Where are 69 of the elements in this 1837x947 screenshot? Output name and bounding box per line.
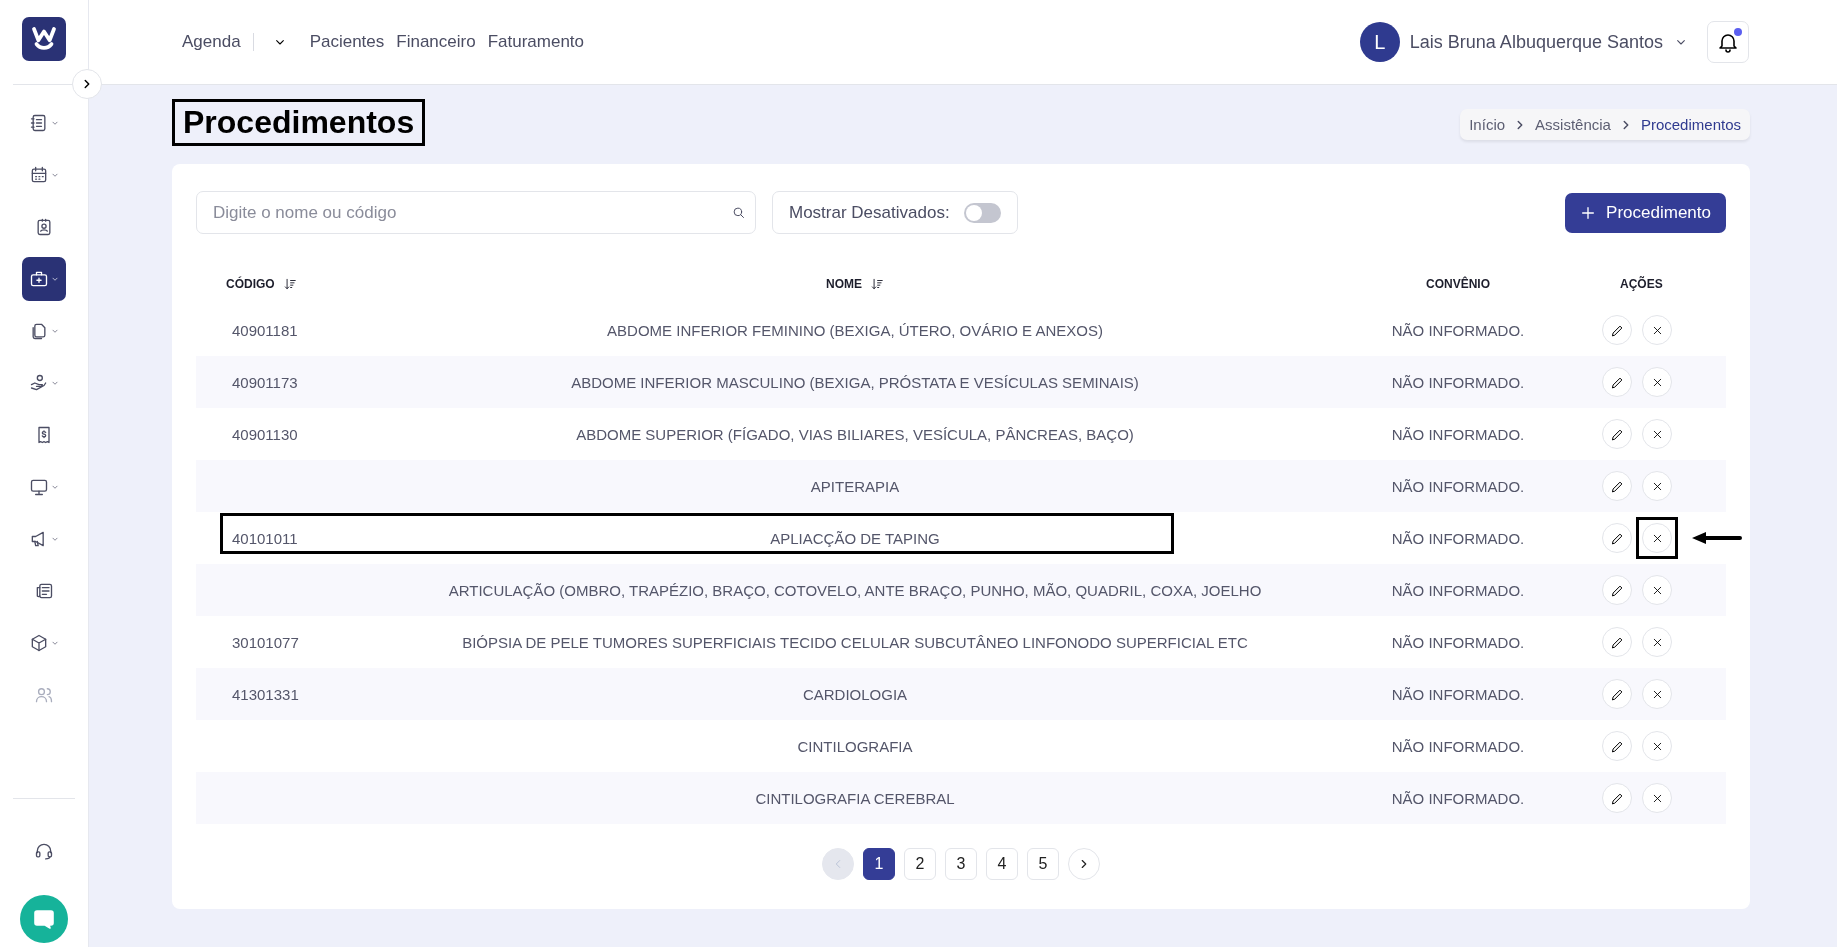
name-cell: ABDOME SUPERIOR (FÍGADO, VIAS BILIARES, VESÍCULA, PÂNCREAS, BAÇO) [576, 425, 1134, 443]
page-button[interactable]: 4 [986, 848, 1018, 880]
sort-icon [282, 277, 297, 291]
nav-link[interactable]: Faturamento [487, 32, 585, 52]
code-cell: 40901181 [232, 321, 298, 339]
search-icon [731, 205, 746, 220]
column-header: CONVÊNIO [1426, 277, 1490, 291]
nav-link[interactable]: Agenda [182, 32, 241, 52]
edit-button[interactable] [1602, 367, 1632, 397]
insurance-cell: NÃO INFORMADO. [1391, 633, 1525, 651]
toggle-label: Mostrar Desativados: [789, 202, 950, 223]
pointer-arrow [1690, 530, 1744, 546]
nav-link[interactable]: Financeiro [396, 32, 476, 52]
code-cell: 40101011 [232, 529, 298, 547]
code-cell: 41301331 [232, 685, 299, 703]
name-cell: ABDOME INFERIOR FEMININO (BEXIGA, ÚTERO, OVÁRIO E ANEXOS) [607, 321, 1103, 339]
page-button[interactable]: 3 [945, 848, 977, 880]
insurance-cell: NÃO INFORMADO. [1391, 477, 1525, 495]
edit-button[interactable] [1602, 315, 1632, 345]
name-cell: CINTILOGRAFIA [797, 737, 913, 755]
name-cell: ABDOME INFERIOR MASCULINO (BEXIGA, PRÓSTATA E VESÍCULAS SEMINAIS) [571, 373, 1139, 391]
column-header[interactable]: CÓDIGO [226, 277, 275, 291]
edit-button[interactable] [1602, 419, 1632, 449]
sort-icon [870, 277, 884, 291]
edit-button[interactable] [1602, 679, 1632, 709]
name-cell: CARDIOLOGIA [802, 685, 908, 703]
name-cell: APITERAPIA [810, 477, 900, 495]
edit-button[interactable] [1602, 731, 1632, 761]
page-button[interactable]: 1 [863, 848, 895, 880]
breadcrumb-link[interactable]: Assistência [1535, 116, 1611, 133]
name-cell: APLIACÇÃO DE TAPING [770, 529, 940, 547]
insurance-cell: NÃO INFORMADO. [1391, 321, 1525, 339]
edit-button[interactable] [1602, 523, 1632, 553]
page-title: Procedimentos [172, 99, 426, 146]
code-cell: 40901130 [232, 425, 298, 443]
sidebar-item[interactable] [22, 257, 66, 301]
insurance-cell: NÃO INFORMADO. [1391, 581, 1525, 599]
name-cell: CINTILOGRAFIA CEREBRAL [755, 789, 955, 807]
add-procedure-button[interactable]: Procedimento [1565, 192, 1726, 233]
edit-button[interactable] [1602, 783, 1632, 813]
breadcrumb-link[interactable]: Procedimentos [1640, 116, 1741, 133]
insurance-cell: NÃO INFORMADO. [1391, 685, 1525, 703]
edit-button[interactable] [1602, 627, 1632, 657]
page-button[interactable]: 2 [904, 848, 936, 880]
insurance-cell: NÃO INFORMADO. [1391, 425, 1525, 443]
user-name[interactable]: Lais Bruna Albuquerque Santos [1409, 31, 1663, 53]
code-cell: 30101077 [232, 633, 299, 651]
edit-button[interactable] [1602, 471, 1632, 501]
column-header: AÇÕES [1620, 277, 1663, 291]
name-cell: BIÓPSIA DE PELE TUMORES SUPERFICIAIS TECIDO CELULAR SUBCUTÂNEO LINFONODO SUPERFICIAL ETC [462, 633, 1248, 651]
chat-button[interactable] [20, 895, 68, 943]
code-cell: 40901173 [232, 373, 298, 391]
insurance-cell: NÃO INFORMADO. [1391, 789, 1525, 807]
breadcrumb-link[interactable]: Início [1469, 116, 1506, 133]
headset-icon [34, 841, 54, 861]
insurance-cell: NÃO INFORMADO. [1391, 529, 1525, 547]
search-field[interactable]: Digite o nome ou código [196, 191, 756, 234]
insurance-cell: NÃO INFORMADO. [1391, 737, 1525, 755]
page-button[interactable]: 5 [1027, 848, 1059, 880]
edit-button[interactable] [1602, 575, 1632, 605]
column-header[interactable]: NOME [826, 277, 862, 291]
user-avatar: L [1359, 22, 1400, 62]
name-cell: ARTICULAÇÃO (OMBRO, TRAPÉZIO, BRAÇO, COTOVELO, ANTE BRAÇO, PUNHO, MÃO, QUADRIL, COXA, JOELHO [448, 581, 1262, 599]
toggle-switch[interactable] [963, 202, 1001, 223]
notifications-button[interactable] [1707, 21, 1749, 63]
chat-bubble-icon [32, 907, 56, 931]
nav-link[interactable]: Pacientes [309, 32, 385, 52]
insurance-cell: NÃO INFORMADO. [1391, 373, 1525, 391]
plus-icon [1580, 204, 1597, 221]
